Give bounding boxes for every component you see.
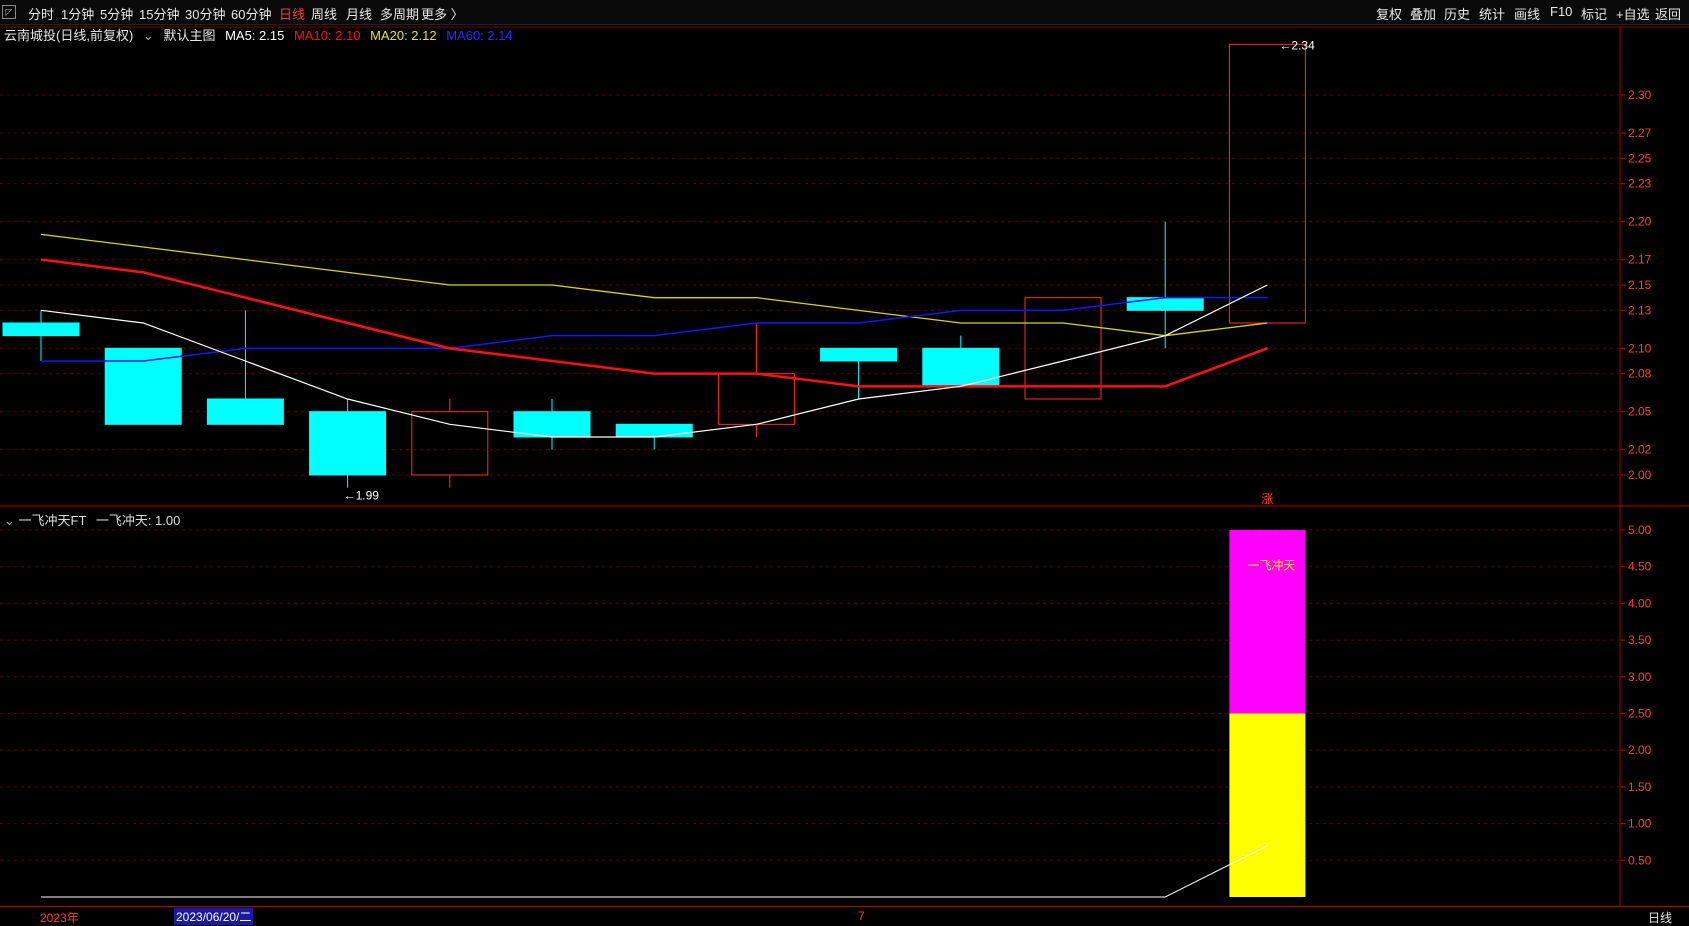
rise-marker: 涨 [1261, 491, 1273, 506]
candle-body [922, 347, 1000, 387]
candle-body [2, 322, 80, 337]
y-tick-label: 2.00 [1628, 468, 1652, 482]
y-tick-label: 2.20 [1628, 215, 1652, 229]
y-tick-label: 0.50 [1628, 853, 1652, 867]
month-label: 7 [858, 909, 865, 923]
cursor-date: 2023/06/20/二 [174, 908, 254, 925]
y-tick-label: 2.25 [1628, 151, 1652, 165]
y-tick-label: 2.15 [1628, 278, 1652, 292]
signal-line [41, 845, 1268, 898]
candle-body [615, 423, 693, 438]
y-tick-label: 2.02 [1628, 443, 1652, 457]
y-tick-label: 5.00 [1628, 523, 1652, 537]
signal-label: 一飞冲天 [1247, 558, 1295, 573]
ma60-line [41, 296, 1268, 362]
candle-body [104, 347, 182, 425]
candle-body [309, 411, 387, 476]
kline-chart[interactable]: 2.00 2.02 2.05 2.08 2.10 2.13 2.15 2.17 2.20 2.23… [0, 0, 1689, 906]
candle-body [206, 398, 284, 425]
y-tick-label: 2.27 [1628, 126, 1652, 140]
y-tick-label: 4.50 [1628, 560, 1652, 574]
signal-bar-lower [1229, 713, 1306, 897]
candle-body [411, 411, 489, 476]
candle-body [1126, 297, 1204, 311]
status-bar: 2023年 2023/06/20/二 7 日线 [0, 906, 1689, 925]
candle-body [717, 373, 795, 425]
y-tick-label: 2.08 [1628, 367, 1652, 381]
y-tick-label: 1.50 [1628, 780, 1652, 794]
year-label: 2023年 [40, 911, 79, 925]
max-price-label: ←2.34 [1279, 38, 1315, 52]
y-tick-label: 2.05 [1628, 405, 1652, 419]
period-label[interactable]: 日线 [1648, 909, 1672, 926]
y-tick-label: 2.00 [1628, 743, 1652, 757]
y-tick-label: 2.23 [1628, 177, 1652, 191]
signal-bar-upper [1229, 530, 1306, 714]
y-tick-label: 2.50 [1628, 707, 1652, 721]
y-tick-label: 2.30 [1628, 88, 1652, 102]
ma10-line [40, 258, 1268, 388]
y-tick-label: 3.50 [1628, 633, 1652, 647]
y-tick-label: 3.00 [1628, 670, 1652, 684]
y-tick-label: 1.00 [1628, 817, 1652, 831]
y-tick-label: 2.17 [1628, 253, 1652, 267]
y-tick-label: 2.10 [1628, 341, 1652, 355]
y-tick-label: 4.00 [1628, 596, 1652, 610]
min-price-label: ←1.99 [344, 489, 380, 503]
candle-body [820, 347, 898, 362]
y-tick-label: 2.13 [1628, 303, 1652, 317]
